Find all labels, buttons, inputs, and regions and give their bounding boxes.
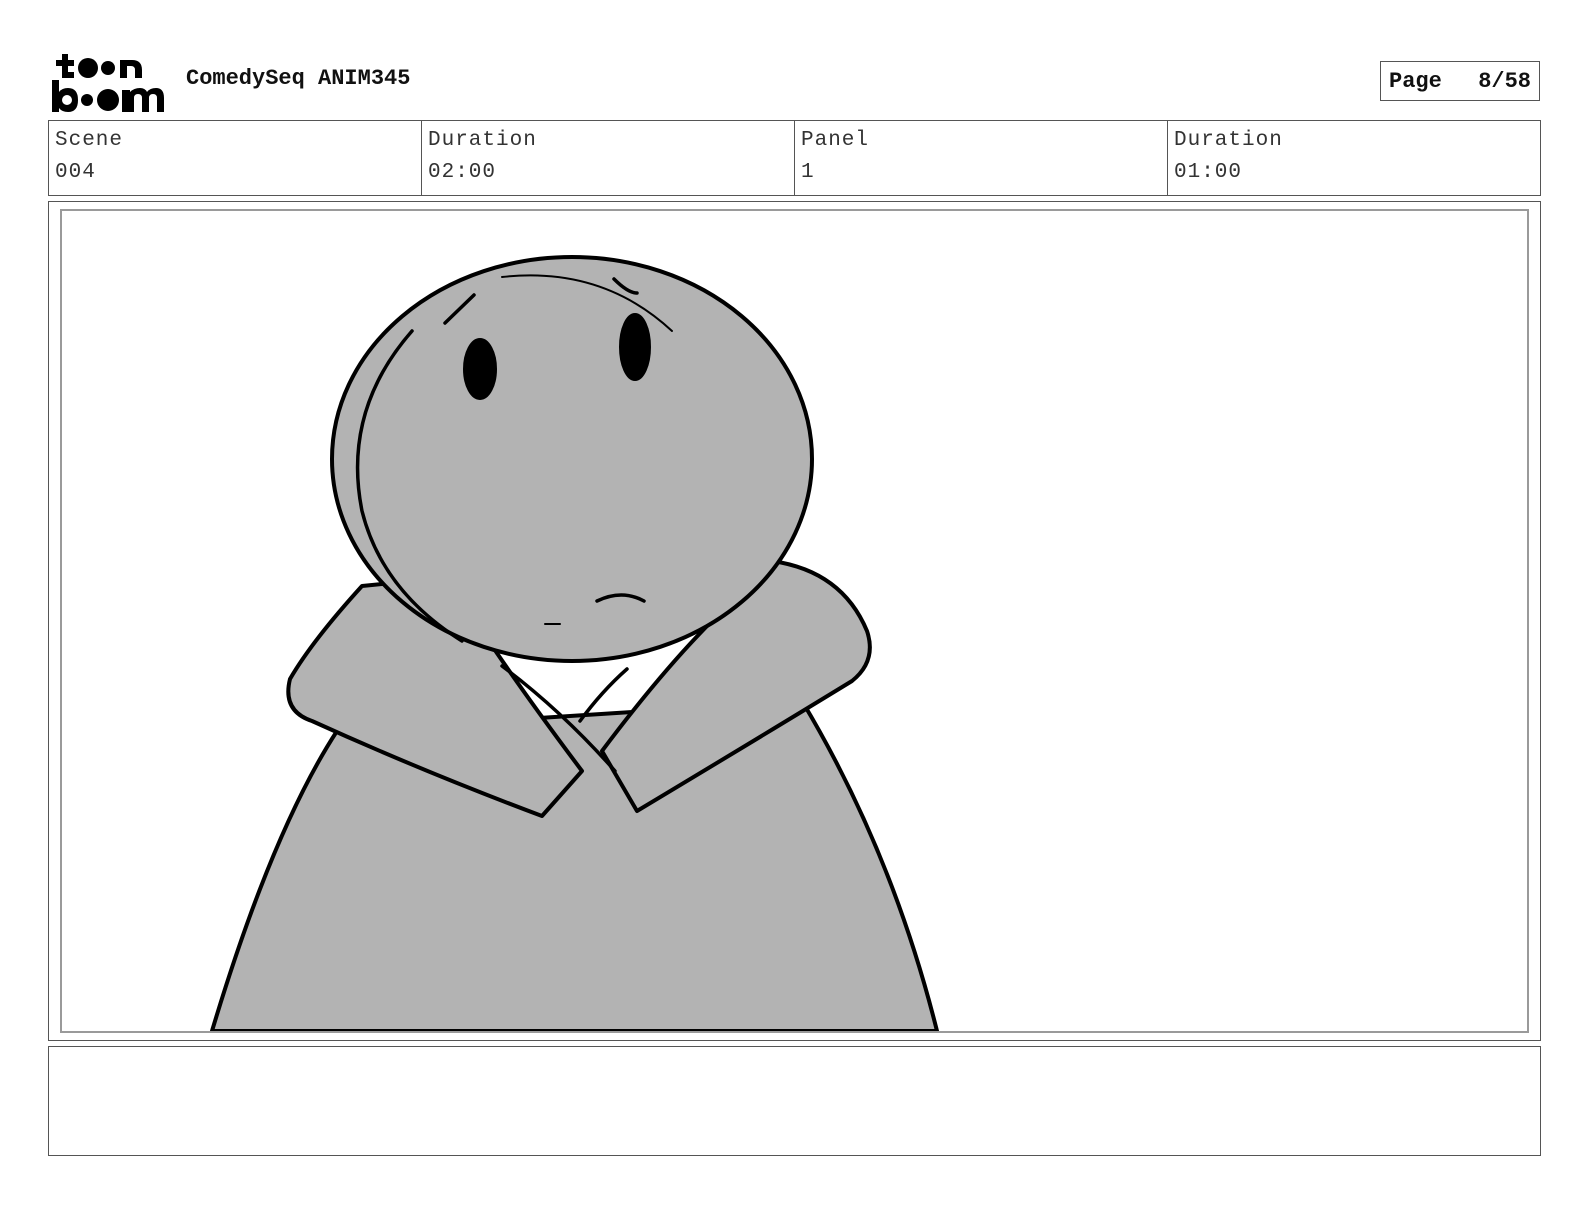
panel-label: Panel (801, 129, 870, 152)
page-label: Page (1389, 68, 1442, 94)
project-title: ComedySeq ANIM345 (186, 66, 411, 91)
panel-duration-value: 01:00 (1174, 161, 1243, 184)
character-body (210, 699, 939, 1031)
panel-duration-label: Duration (1174, 129, 1283, 152)
scene-label: Scene (55, 129, 124, 152)
logo-bottom-row (52, 80, 164, 112)
page-number: 8/58 (1478, 68, 1531, 94)
character-right-eye (619, 313, 651, 381)
scene-cell: Scene 004 (49, 121, 422, 195)
scene-info-row: Scene 004 Duration 02:00 Panel 1 Duratio… (48, 120, 1541, 196)
scene-duration-cell: Duration 02:00 (422, 121, 795, 195)
character-head (330, 255, 814, 663)
toonboom-logo (52, 54, 164, 112)
character-left-eye (463, 338, 497, 400)
panel-notes-box[interactable] (48, 1046, 1541, 1156)
panel-frame (60, 209, 1529, 1033)
page-indicator: Page 8/58 (1380, 61, 1540, 101)
scene-duration-label: Duration (428, 129, 537, 152)
scene-duration-value: 02:00 (428, 161, 497, 184)
panel-value: 1 (801, 161, 815, 184)
storyboard-drawing (210, 255, 939, 1031)
panel-duration-cell: Duration 01:00 (1168, 121, 1540, 195)
scene-value: 004 (55, 161, 96, 184)
panel-cell: Panel 1 (795, 121, 1168, 195)
logo-top-row (56, 54, 142, 78)
